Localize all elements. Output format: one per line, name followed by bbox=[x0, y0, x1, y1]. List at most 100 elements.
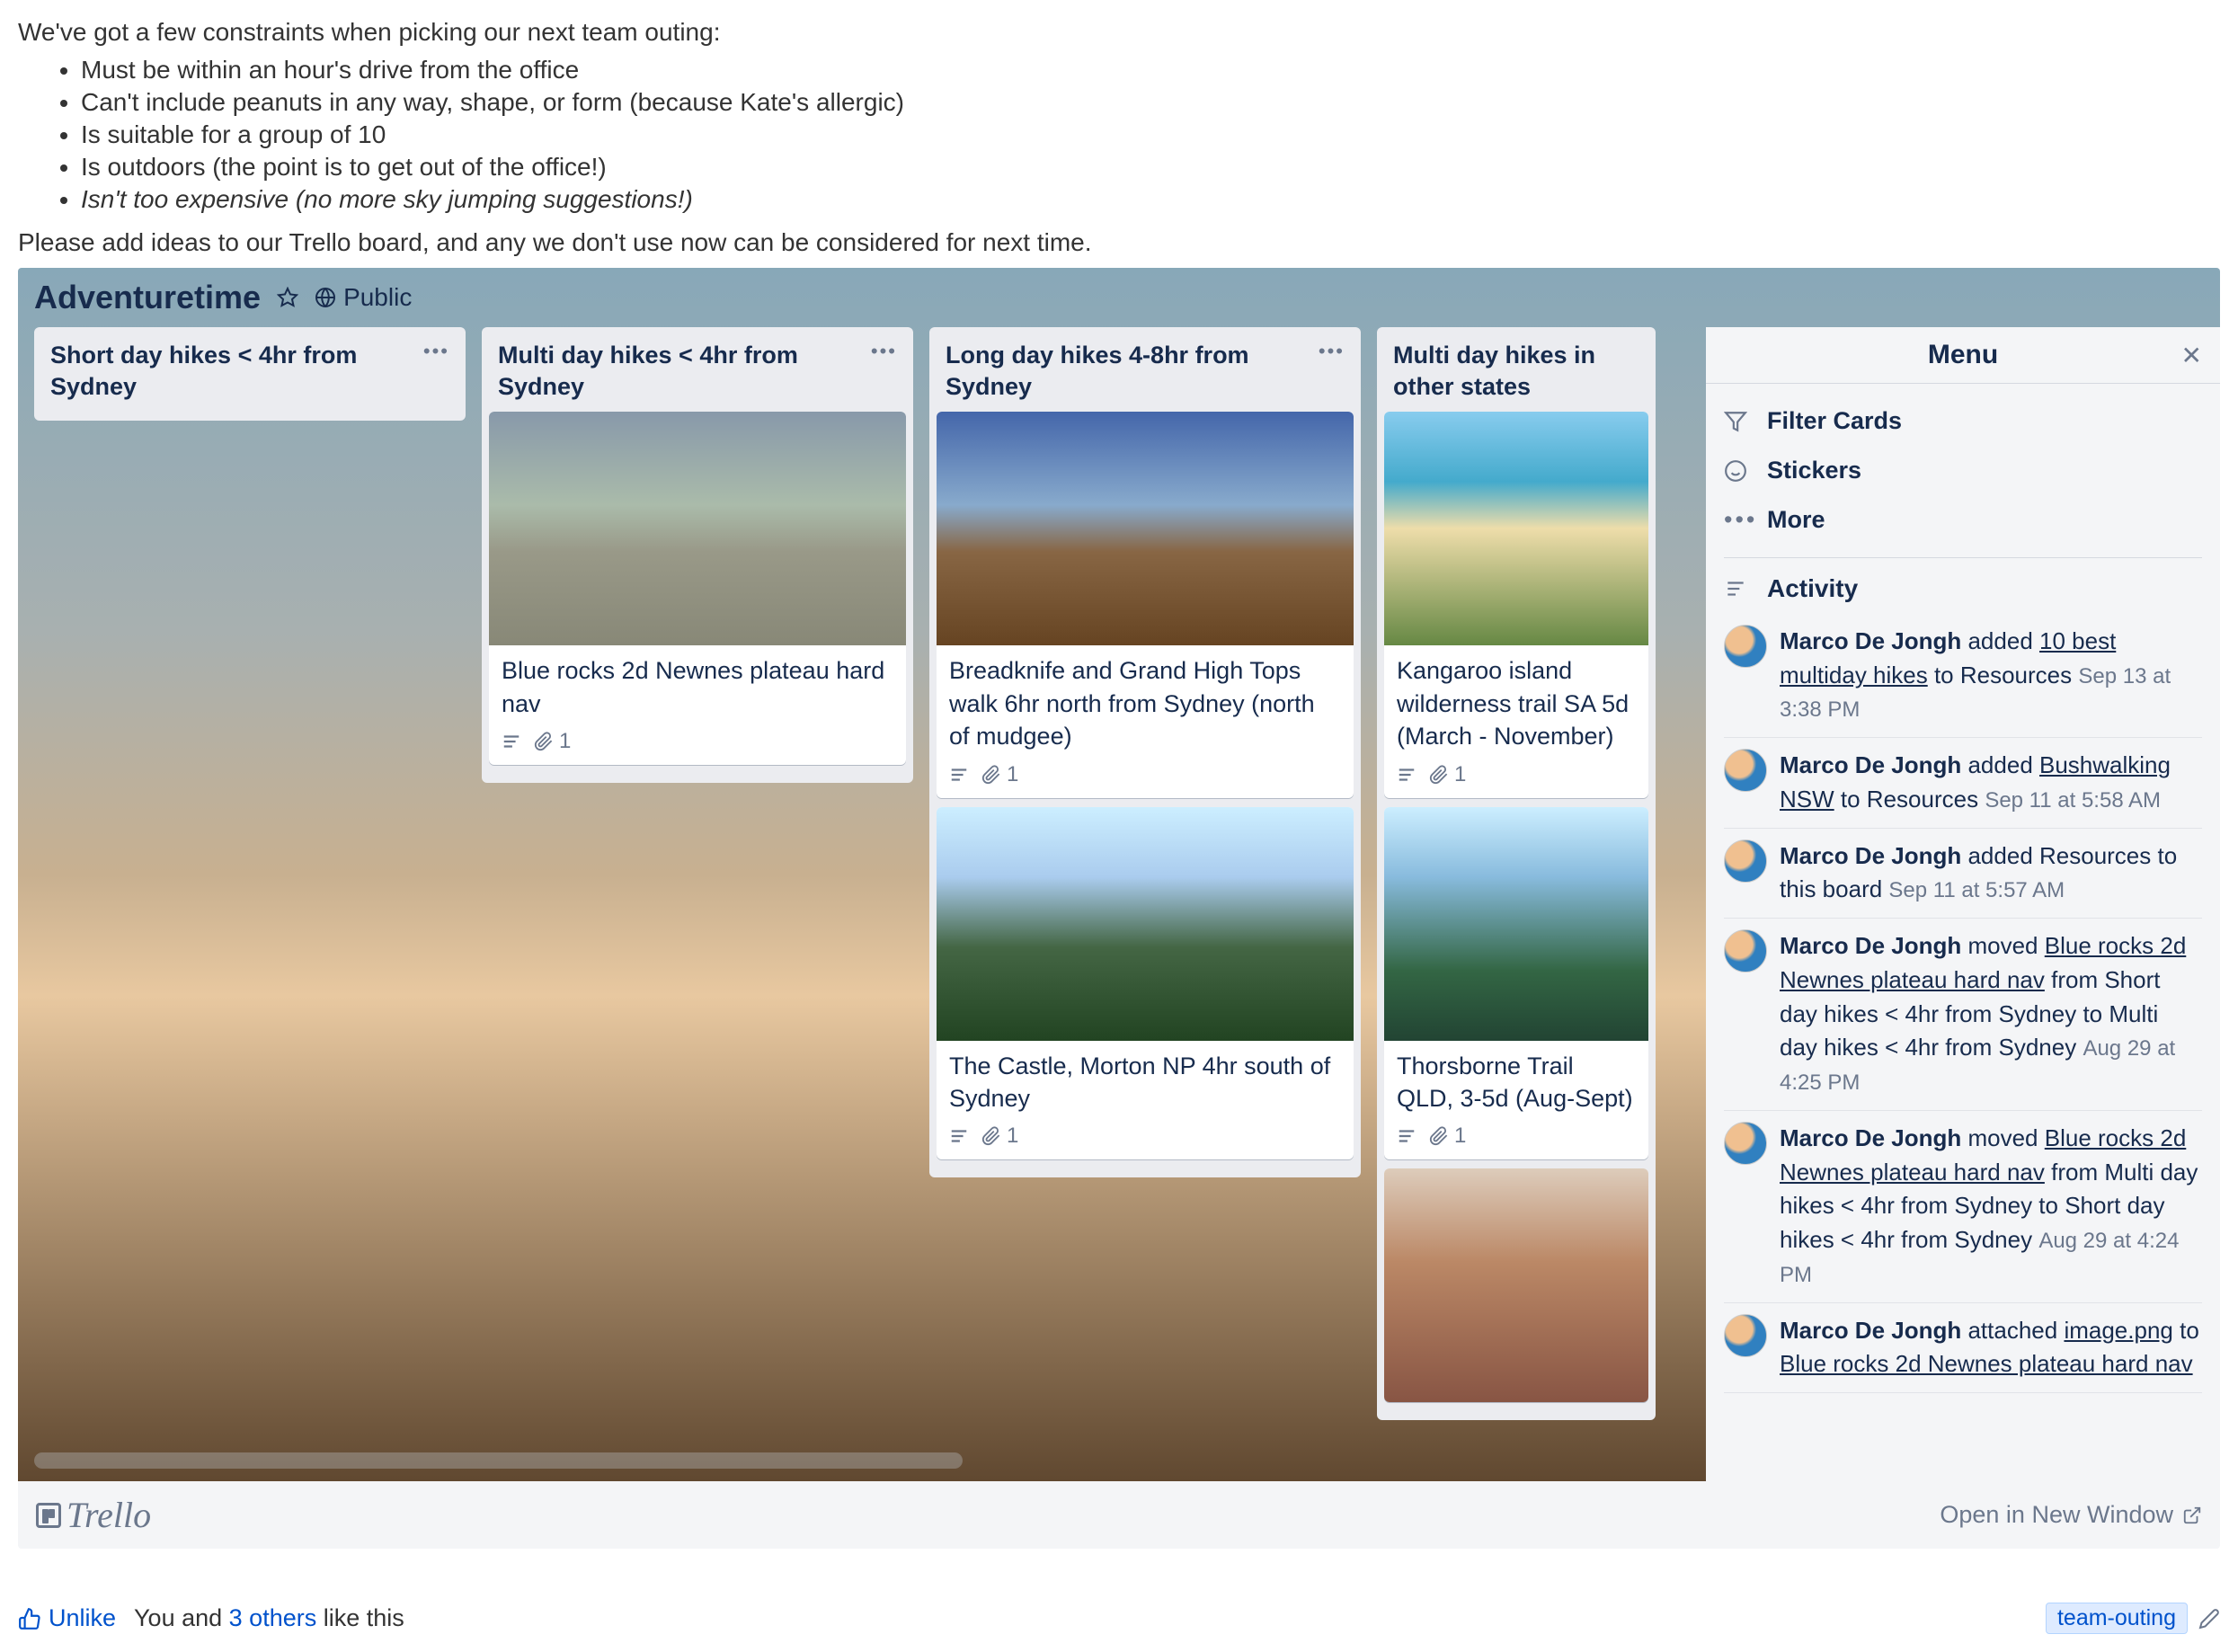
list-title: Multi day hikes in other states bbox=[1393, 340, 1639, 403]
activity-item: Marco De Jongh moved Blue rocks 2d Newne… bbox=[1724, 919, 2202, 1111]
activity-author: Marco De Jongh bbox=[1780, 932, 1961, 959]
intro-lead: We've got a few constraints when picking… bbox=[18, 18, 2220, 47]
menu-item-more[interactable]: ••• More bbox=[1724, 495, 2202, 545]
avatar bbox=[1724, 1122, 1767, 1165]
card-title: Thorsborne Trail QLD, 3-5d (Aug-Sept) bbox=[1384, 1041, 1648, 1124]
avatar bbox=[1724, 839, 1767, 883]
description-icon bbox=[1397, 765, 1417, 785]
activity-author: Marco De Jongh bbox=[1780, 627, 1961, 654]
activity-timestamp: Sep 11 at 5:57 AM bbox=[1888, 878, 2065, 902]
filter-icon bbox=[1724, 410, 1751, 433]
constraint-item: Is suitable for a group of 10 bbox=[81, 120, 2220, 149]
attachment-badge: 1 bbox=[1429, 762, 1466, 787]
board-header: Adventuretime Public bbox=[18, 268, 2220, 327]
lists-container[interactable]: Short day hikes < 4hr from Sydney•••Mult… bbox=[18, 327, 1706, 1445]
card[interactable]: Kangaroo island wilderness trail SA 5d (… bbox=[1384, 412, 1648, 797]
avatar bbox=[1724, 1314, 1767, 1357]
menu-item-label: Filter Cards bbox=[1767, 407, 1902, 435]
list-menu-icon[interactable]: ••• bbox=[1319, 340, 1345, 363]
sticker-icon bbox=[1724, 459, 1751, 483]
card-cover bbox=[489, 412, 906, 645]
menu-item-stickers[interactable]: Stickers bbox=[1724, 446, 2202, 495]
tag-pill[interactable]: team-outing bbox=[2046, 1603, 2188, 1634]
activity-item: Marco De Jongh attached image.png to Blu… bbox=[1724, 1303, 2202, 1393]
others-link[interactable]: 3 others bbox=[229, 1604, 317, 1631]
activity-author: Marco De Jongh bbox=[1780, 1124, 1961, 1151]
embed-footer: Trello Open in New Window bbox=[18, 1481, 2220, 1549]
menu-item-label: Stickers bbox=[1767, 457, 1861, 484]
external-link-icon bbox=[2182, 1505, 2202, 1525]
visibility-label: Public bbox=[343, 283, 412, 312]
board-title: Adventuretime bbox=[34, 279, 261, 316]
attachment-badge: 1 bbox=[1429, 1124, 1466, 1149]
activity-icon bbox=[1724, 577, 1751, 600]
card-badges: 1 bbox=[1384, 762, 1648, 798]
menu-item-label: More bbox=[1767, 506, 1825, 534]
card-cover bbox=[937, 807, 1354, 1041]
card[interactable]: Blue rocks 2d Newnes plateau hard nav 1 bbox=[489, 412, 906, 765]
star-icon[interactable] bbox=[277, 287, 298, 308]
description-icon bbox=[949, 1126, 969, 1146]
attachment-badge: 1 bbox=[981, 762, 1018, 787]
list: Multi day hikes < 4hr from Sydney••• Blue… bbox=[482, 327, 913, 783]
activity-item: Marco De Jongh added Resources to this b… bbox=[1724, 829, 2202, 919]
list: Multi day hikes in other states Kangaroo … bbox=[1377, 327, 1656, 1420]
likes-text: You and 3 others like this bbox=[134, 1604, 404, 1632]
list: Short day hikes < 4hr from Sydney••• bbox=[34, 327, 466, 421]
activity-label: Activity bbox=[1767, 574, 1858, 603]
card-cover bbox=[1384, 1168, 1648, 1402]
list: Long day hikes 4-8hr from Sydney••• Bread… bbox=[929, 327, 1361, 1177]
card-title: Blue rocks 2d Newnes plateau hard nav bbox=[489, 645, 906, 729]
menu-title: Menu bbox=[1928, 340, 1998, 370]
list-title: Long day hikes 4-8hr from Sydney bbox=[946, 340, 1319, 403]
open-new-window-link[interactable]: Open in New Window bbox=[1940, 1501, 2202, 1529]
card-cover bbox=[1384, 807, 1648, 1041]
activity-author: Marco De Jongh bbox=[1780, 1317, 1961, 1344]
trello-logo: Trello bbox=[36, 1494, 151, 1536]
list-menu-icon[interactable]: ••• bbox=[423, 340, 449, 363]
activity-link[interactable]: image.png bbox=[2064, 1317, 2172, 1344]
avatar bbox=[1724, 929, 1767, 973]
avatar bbox=[1724, 625, 1767, 668]
card[interactable]: Thorsborne Trail QLD, 3-5d (Aug-Sept) 1 bbox=[1384, 807, 1648, 1160]
unlike-button[interactable]: Unlike bbox=[18, 1604, 116, 1632]
activity-item: Marco De Jongh added 10 best multiday hi… bbox=[1724, 614, 2202, 738]
trello-embed: Adventuretime Public Short day hikes < 4… bbox=[18, 268, 2220, 1549]
horizontal-scrollbar[interactable] bbox=[34, 1452, 963, 1469]
more-icon: ••• bbox=[1724, 506, 1751, 534]
menu-item-filter-cards[interactable]: Filter Cards bbox=[1724, 396, 2202, 446]
avatar bbox=[1724, 749, 1767, 792]
card-title: The Castle, Morton NP 4hr south of Sydne… bbox=[937, 1041, 1354, 1124]
edit-tags-icon[interactable] bbox=[2198, 1608, 2220, 1630]
constraint-item: Isn't too expensive (no more sky jumping… bbox=[81, 185, 2220, 214]
activity-author: Marco De Jongh bbox=[1780, 842, 1961, 869]
list-title: Multi day hikes < 4hr from Sydney bbox=[498, 340, 871, 403]
description-icon bbox=[502, 732, 521, 751]
card[interactable]: Breadknife and Grand High Tops walk 6hr … bbox=[937, 412, 1354, 797]
card-badges: 1 bbox=[937, 762, 1354, 798]
attachment-badge: 1 bbox=[981, 1124, 1018, 1149]
description-icon bbox=[949, 765, 969, 785]
card[interactable] bbox=[1384, 1168, 1648, 1402]
card[interactable]: The Castle, Morton NP 4hr south of Sydne… bbox=[937, 807, 1354, 1160]
activity-author: Marco De Jongh bbox=[1780, 751, 1961, 778]
trello-logo-icon bbox=[36, 1503, 61, 1528]
activity-link[interactable]: Blue rocks 2d Newnes plateau hard nav bbox=[1780, 1350, 2193, 1377]
close-icon[interactable]: ✕ bbox=[2181, 341, 2202, 370]
list-title: Short day hikes < 4hr from Sydney bbox=[50, 340, 423, 403]
card-cover bbox=[1384, 412, 1648, 645]
card-badges: 1 bbox=[1384, 1124, 1648, 1159]
list-menu-icon[interactable]: ••• bbox=[871, 340, 897, 363]
intro-cta: Please add ideas to our Trello board, an… bbox=[18, 228, 2220, 257]
attachment-badge: 1 bbox=[534, 729, 571, 754]
constraints-list: Must be within an hour's drive from the … bbox=[18, 56, 2220, 214]
globe-icon bbox=[315, 287, 336, 308]
card-cover bbox=[937, 412, 1354, 645]
constraint-item: Must be within an hour's drive from the … bbox=[81, 56, 2220, 84]
visibility-toggle[interactable]: Public bbox=[315, 283, 412, 312]
card-badges: 1 bbox=[489, 729, 906, 765]
description-icon bbox=[1397, 1126, 1417, 1146]
constraint-item: Is outdoors (the point is to get out of … bbox=[81, 153, 2220, 182]
card-title: Breadknife and Grand High Tops walk 6hr … bbox=[937, 645, 1354, 761]
thumbs-up-icon bbox=[18, 1607, 41, 1630]
